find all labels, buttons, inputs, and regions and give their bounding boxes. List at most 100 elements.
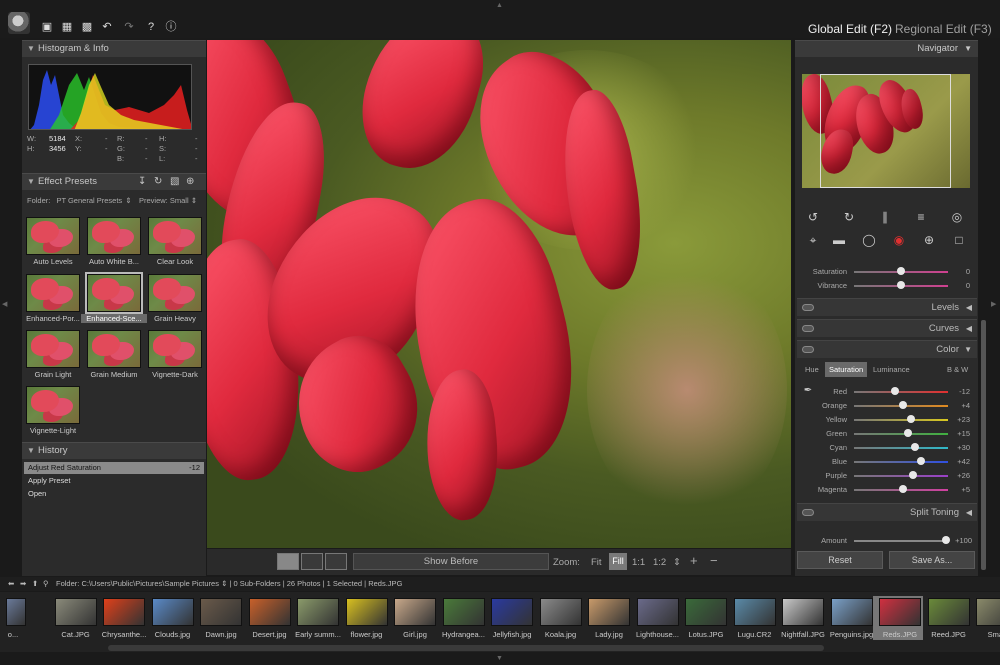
filmstrip-thumbnail[interactable] — [927, 598, 970, 626]
collapse-left-icon[interactable]: ◀ — [2, 300, 7, 308]
filmstrip-thumbnail[interactable] — [248, 598, 291, 626]
history-item[interactable]: Open — [24, 488, 204, 500]
filmstrip-thumbnail[interactable] — [297, 598, 339, 626]
collapse-bottom-icon[interactable]: ▼ — [496, 655, 503, 662]
back-icon[interactable]: ⬅ — [8, 577, 14, 591]
filmstrip-thumbnail[interactable] — [103, 598, 145, 626]
preset-thumbnail[interactable] — [85, 272, 143, 314]
global-edit-tab[interactable]: Global Edit (F2) — [808, 22, 892, 36]
navigator-viewport-box[interactable] — [820, 74, 951, 188]
filmstrip-filename[interactable]: Lotus.JPG — [680, 630, 732, 639]
filmstrip-thumbnail[interactable] — [54, 598, 97, 626]
collapse-right-icon[interactable]: ▶ — [991, 300, 996, 308]
color-slider-knob[interactable] — [916, 457, 925, 465]
color-slider-track[interactable] — [854, 433, 948, 435]
split-toning-section-header[interactable]: Split Toning ◀ — [797, 503, 977, 521]
filmstrip-filename[interactable]: Koala.jpg — [535, 630, 587, 639]
filmstrip-thumbnail[interactable] — [685, 598, 727, 626]
filmstrip-thumbnail[interactable] — [588, 598, 630, 626]
import-icon[interactable]: ↧ — [138, 174, 146, 190]
filmstrip-thumbnail[interactable] — [733, 598, 776, 626]
zoom-fit-button[interactable]: Fit — [591, 557, 602, 568]
red-eye-icon[interactable]: ◉ — [892, 233, 906, 247]
filmstrip-filename[interactable]: Penguins.jpg — [826, 630, 878, 639]
preset-label[interactable]: Vignette-Light — [20, 426, 86, 435]
filmstrip-thumbnail[interactable] — [6, 598, 26, 626]
tab-saturation[interactable]: Saturation — [825, 362, 868, 377]
spot-heal-icon[interactable]: ⊕ — [922, 233, 936, 247]
help-icon[interactable]: ? — [144, 20, 158, 34]
filmstrip-filename[interactable]: Lighthouse... — [632, 630, 684, 639]
filmstrip-filename[interactable]: Desert.jpg — [244, 630, 296, 639]
saturation-knob[interactable] — [897, 267, 905, 275]
filmstrip-thumbnail[interactable] — [200, 598, 242, 626]
preset-thumbnail[interactable] — [87, 330, 141, 368]
filmstrip-thumbnail[interactable] — [345, 598, 388, 626]
filmstrip-thumbnail[interactable] — [879, 598, 921, 626]
preset-thumbnail[interactable] — [148, 330, 202, 368]
preview-select[interactable]: Small — [170, 196, 189, 205]
lens-icon[interactable]: ◯ — [862, 233, 876, 247]
filmstrip-filename[interactable]: Cat.JPG — [50, 630, 102, 639]
flip-vertical-icon[interactable]: ≡ — [914, 210, 928, 224]
effect-presets-header[interactable]: ▼ Effect Presets ↧ ↻ ▧ ⊕ — [22, 173, 206, 190]
curves-section-header[interactable]: Curves ◀ — [797, 319, 977, 337]
zoom-1-1-button[interactable]: 1:1 — [632, 557, 645, 568]
preset-label[interactable]: Grain Heavy — [142, 314, 208, 323]
filmstrip-thumbnail[interactable] — [491, 598, 533, 626]
refresh-icon[interactable]: ↻ — [154, 174, 162, 190]
filmstrip-thumbnail[interactable] — [782, 598, 824, 626]
preset-thumbnail[interactable] — [26, 386, 80, 424]
filmstrip-thumbnail[interactable] — [151, 598, 194, 626]
tab-bw[interactable]: B & W — [947, 362, 968, 377]
filmstrip-filename[interactable]: Hydrangea... — [438, 630, 490, 639]
collapse-top-icon[interactable]: ▲ — [496, 2, 503, 9]
undo-icon[interactable]: ↶ — [100, 20, 114, 34]
folder-icon[interactable]: ▧ — [170, 174, 179, 190]
history-header[interactable]: ▼ History — [22, 442, 206, 459]
color-slider-knob[interactable] — [903, 429, 912, 437]
preset-thumbnail[interactable] — [26, 274, 80, 312]
levels-toggle[interactable] — [802, 304, 814, 311]
rotate-left-icon[interactable]: ↺ — [806, 210, 820, 224]
preset-label[interactable]: Auto Levels — [20, 257, 86, 266]
preset-thumbnail[interactable] — [148, 274, 202, 312]
zoom-out-button[interactable]: − — [710, 553, 718, 568]
filmstrip-filename[interactable]: Dawn.jpg — [195, 630, 247, 639]
add-preset-icon[interactable]: ⊕ — [186, 174, 194, 190]
color-slider-track[interactable] — [854, 447, 948, 449]
zoom-fill-button[interactable]: Fill — [609, 553, 627, 570]
show-before-button[interactable]: Show Before — [353, 553, 549, 570]
redo-icon[interactable]: ↷ — [122, 20, 136, 34]
filmstrip-filename[interactable]: Clouds.jpg — [147, 630, 199, 639]
color-slider-knob[interactable] — [898, 485, 907, 493]
preset-thumbnail[interactable] — [26, 217, 80, 255]
filmstrip-thumbnail[interactable] — [394, 598, 436, 626]
split-toning-toggle[interactable] — [802, 509, 814, 516]
filmstrip-thumbnail[interactable] — [539, 598, 582, 626]
filmstrip-filename[interactable]: Jellyfish.jpg — [486, 630, 538, 639]
preset-thumbnail[interactable] — [148, 217, 202, 255]
filmstrip-filename[interactable]: flower.jpg — [341, 630, 393, 639]
open-icon[interactable]: ▣ — [40, 20, 54, 34]
color-slider-knob[interactable] — [898, 401, 907, 409]
history-item[interactable]: Apply Preset — [24, 475, 204, 487]
color-slider-track[interactable] — [854, 419, 948, 421]
save-as-icon[interactable]: ▩ — [80, 20, 94, 34]
color-section-header[interactable]: Color ▼ — [797, 340, 977, 358]
color-slider-track[interactable] — [854, 475, 948, 477]
up-icon[interactable]: ⬆ — [32, 577, 38, 591]
filmstrip-filename[interactable]: Reds.JPG — [874, 630, 926, 639]
spiral-icon[interactable]: ◎ — [950, 210, 964, 224]
filmstrip-thumbnail[interactable] — [976, 598, 1000, 626]
zoom-1-2-button[interactable]: 1:2 — [653, 557, 666, 568]
flip-horizontal-icon[interactable]: ∥ — [878, 210, 892, 224]
filmstrip-thumbnail[interactable] — [442, 598, 485, 626]
preset-label[interactable]: Grain Light — [20, 370, 86, 379]
crop-icon[interactable]: ⌖ — [806, 233, 820, 247]
preset-label[interactable]: Grain Medium — [81, 370, 147, 379]
color-slider-track[interactable] — [854, 391, 948, 393]
rotate-right-icon[interactable]: ↻ — [842, 210, 856, 224]
filmstrip-filename[interactable]: Early summ... — [292, 630, 344, 639]
curves-toggle[interactable] — [802, 325, 814, 332]
